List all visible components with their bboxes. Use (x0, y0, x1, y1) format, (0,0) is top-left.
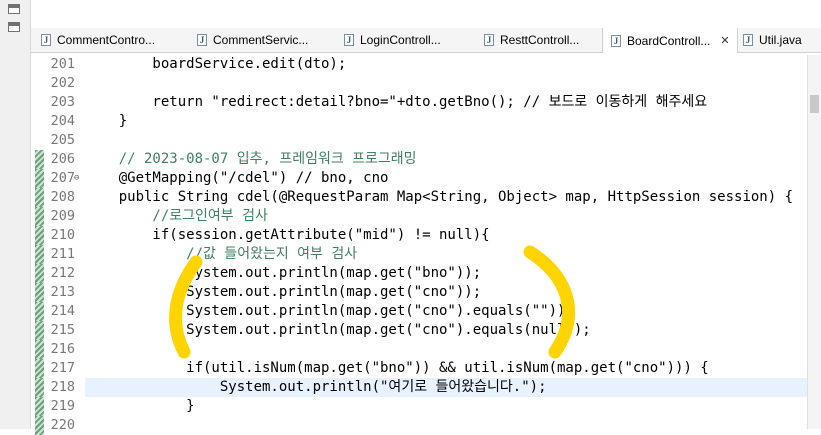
code-line: 202 (31, 74, 808, 93)
tab-label: BoardControll... (627, 33, 711, 48)
line-number: 220 (50, 417, 75, 433)
change-marker (35, 340, 44, 359)
code-line: 211 //값 들어왔는지 여부 검사 (31, 245, 808, 264)
line-number: 209 (50, 208, 75, 224)
code-line: 213 System.out.println(map.get("cno")); (31, 283, 808, 302)
change-marker (35, 283, 44, 302)
java-file-icon: J (743, 34, 753, 46)
change-marker (35, 150, 44, 169)
tab-comment-service[interactable]: J CommentServic... (189, 28, 335, 52)
code-text: if(session.getAttribute("mid") != null){ (85, 227, 490, 243)
line-number: 203 (50, 94, 75, 110)
restore-view-icon[interactable] (8, 22, 20, 32)
tab-label: ResttControll... (500, 33, 580, 47)
change-marker (35, 169, 44, 188)
line-number: 201 (50, 56, 75, 72)
code-line: 217 if(util.isNum(map.get("bno")) && uti… (31, 359, 808, 378)
java-file-icon: J (611, 34, 621, 47)
line-number: 219 (50, 398, 75, 414)
code-editor[interactable]: 201 boardService.edit(dto); 202 203 retu… (31, 55, 808, 435)
code-text: @GetMapping("/cdel") // bno, cno (85, 170, 389, 186)
change-marker (35, 378, 44, 397)
line-number: 213 (50, 284, 75, 300)
change-marker (35, 302, 44, 321)
line-number: 217 (50, 360, 75, 376)
close-tab-icon[interactable]: ✕ (720, 34, 729, 47)
code-line: 219 } (31, 397, 808, 416)
line-number: 204 (50, 113, 75, 129)
line-number: 214 (50, 303, 75, 319)
change-marker (35, 226, 44, 245)
tab-label: Util.java (759, 33, 802, 47)
tab-restt-controller[interactable]: J ResttControll... (476, 28, 606, 52)
tab-login-controller[interactable]: J LoginControll... (336, 28, 474, 52)
java-file-icon: J (344, 34, 354, 46)
code-line: 212 System.out.println(map.get("bno")); (31, 264, 808, 283)
left-view-strip (0, 0, 31, 429)
line-number: 202 (50, 75, 75, 91)
line-number: 206 (50, 151, 75, 167)
scrollbar-thumb[interactable] (810, 95, 819, 113)
code-line: 216 (31, 340, 808, 359)
line-number: 207 (50, 170, 75, 186)
code-text: boardService.edit(dto); (85, 56, 347, 72)
line-number: 205 (50, 132, 75, 148)
code-line: 208 public String cdel(@RequestParam Map… (31, 188, 808, 207)
code-line: 203 return "redirect:detail?bno="+dto.ge… (31, 93, 808, 112)
code-line: 214 System.out.println(map.get("cno").eq… (31, 302, 808, 321)
code-line: 210 if(session.getAttribute("mid") != nu… (31, 226, 808, 245)
code-text: } (85, 398, 195, 414)
tab-label: CommentServic... (213, 33, 309, 47)
code-line: 204 } (31, 112, 808, 131)
code-text: //값 들어왔는지 여부 검사 (85, 246, 358, 262)
java-file-icon: J (484, 34, 494, 46)
code-text: //로그인여부 검사 (85, 208, 268, 224)
code-line: 205 (31, 131, 808, 150)
tab-util[interactable]: J Util.java (735, 28, 821, 52)
line-number: 211 (50, 246, 75, 262)
code-line: 209 //로그인여부 검사 (31, 207, 808, 226)
code-text: System.out.println(map.get("cno")); (85, 284, 482, 300)
code-text: System.out.println(map.get("cno").equals… (85, 322, 591, 338)
change-marker (35, 264, 44, 283)
code-line: 206 // 2023-08-07 입추, 프레임워크 프로그래밍 (31, 150, 808, 169)
vertical-scrollbar[interactable] (807, 55, 821, 429)
line-number: 218 (50, 379, 75, 395)
code-text: System.out.println(map.get("bno")); (85, 265, 482, 281)
change-marker (35, 188, 44, 207)
code-line: 207 ⊖ @GetMapping("/cdel") // bno, cno (31, 169, 808, 188)
change-marker (35, 207, 44, 226)
change-marker (35, 245, 44, 264)
code-text: public String cdel(@RequestParam Map<Str… (85, 189, 794, 205)
line-number: 210 (50, 227, 75, 243)
tab-label: CommentContro... (57, 33, 156, 47)
change-marker (35, 359, 44, 378)
code-text: if(util.isNum(map.get("bno")) && util.is… (85, 360, 709, 376)
code-text: } (85, 113, 128, 129)
fold-toggle-icon[interactable]: ⊖ (74, 169, 79, 188)
code-line: 220 (31, 416, 808, 435)
java-file-icon: J (197, 34, 207, 46)
code-text: // 2023-08-07 입추, 프레임워크 프로그래밍 (85, 151, 417, 167)
line-number: 216 (50, 341, 75, 357)
tab-label: LoginControll... (360, 33, 441, 47)
change-marker (35, 321, 44, 340)
tab-comment-controller[interactable]: J CommentContro... (33, 28, 188, 52)
code-line: 215 System.out.println(map.get("cno").eq… (31, 321, 808, 340)
java-file-icon: J (41, 34, 51, 46)
tab-board-controller[interactable]: J BoardControll... ✕ (602, 28, 738, 53)
editor-tab-bar: J CommentContro... J CommentServic... J … (31, 28, 821, 53)
change-marker (35, 397, 44, 416)
line-number: 208 (50, 189, 75, 205)
code-text: return "redirect:detail?bno="+dto.getBno… (85, 94, 708, 110)
line-number: 215 (50, 322, 75, 338)
code-line: 218 System.out.println("여기로 들어왔습니다."); (31, 378, 808, 397)
line-number: 212 (50, 265, 75, 281)
minimize-view-icon[interactable] (8, 4, 20, 14)
change-marker (35, 416, 44, 435)
code-text: System.out.println("여기로 들어왔습니다."); (85, 379, 547, 395)
code-text: System.out.println(map.get("cno").equals… (85, 303, 574, 319)
code-line: 201 boardService.edit(dto); (31, 55, 808, 74)
